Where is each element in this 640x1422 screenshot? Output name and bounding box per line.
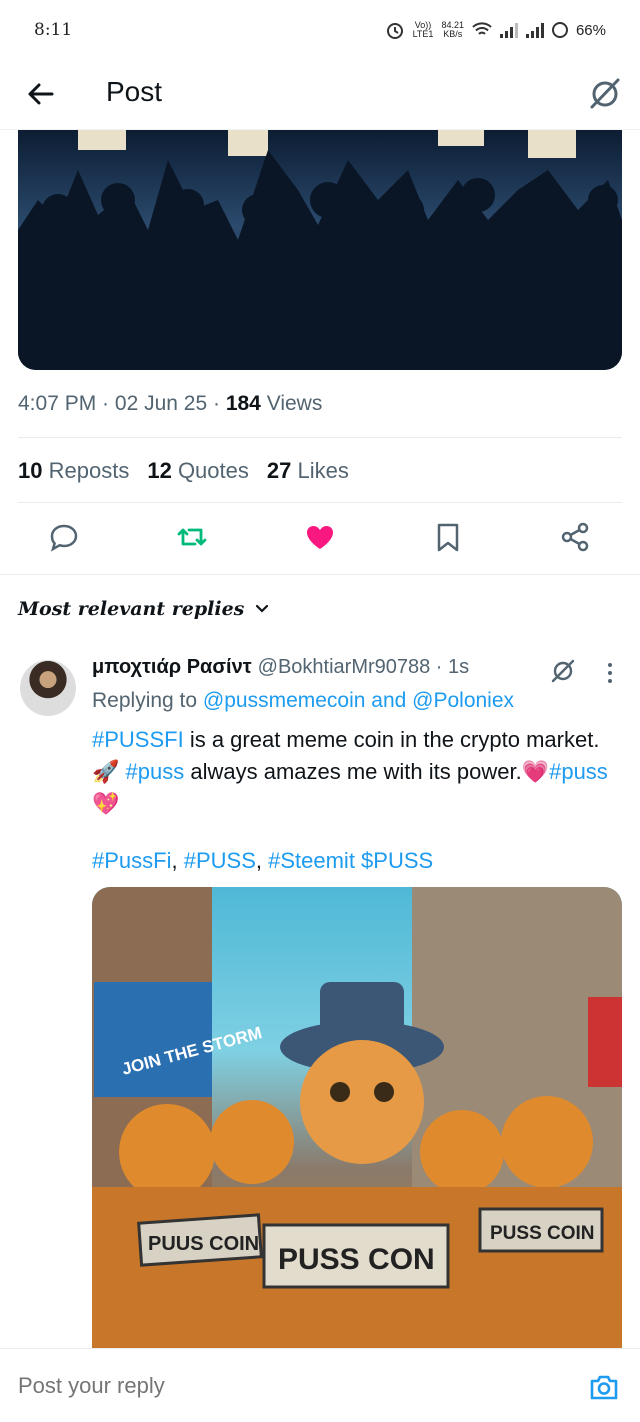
- author-handle[interactable]: @BokhtiarMr90788 · 1s: [258, 656, 470, 679]
- reply-composer: [0, 1348, 640, 1422]
- quotes-stat[interactable]: 12 Quotes: [147, 458, 249, 484]
- reply-hashtags: #PussFi, #PUSS, #Steemit $PUSS: [92, 848, 434, 873]
- reply-text: #PUSSFI is a great meme coin in the cryp…: [92, 727, 608, 816]
- cashtag-link[interactable]: $PUSS: [355, 848, 433, 873]
- grok-icon[interactable]: [549, 656, 577, 684]
- replying-to: Replying to @pussmemecoin and @Poloniex: [92, 689, 515, 712]
- status-icons: Vo)) LTE1 84.21 KB/s 66%: [385, 20, 606, 40]
- reply-header: μποχτιάρ Ρασίντ @BokhtiarMr90788 · 1s: [92, 656, 469, 679]
- bookmark-icon[interactable]: [431, 520, 465, 554]
- hashtag-link[interactable]: #puss: [126, 759, 185, 784]
- image-sign-text: PUUS COIN: [148, 1233, 259, 1255]
- like-icon[interactable]: [303, 520, 337, 554]
- top-nav: Post: [0, 60, 640, 130]
- share-icon[interactable]: [558, 520, 592, 554]
- signal-1-icon: [499, 22, 518, 38]
- reposts-stat[interactable]: 10 Reposts: [18, 458, 129, 484]
- avatar[interactable]: [20, 660, 76, 716]
- views-count: 184: [225, 392, 261, 415]
- divider: [18, 502, 622, 503]
- chevron-down-icon: [256, 604, 269, 613]
- author-name[interactable]: μποχτιάρ Ρασίντ: [92, 656, 252, 679]
- repost-icon[interactable]: [175, 520, 209, 554]
- camera-icon[interactable]: [588, 1371, 620, 1403]
- more-options-icon[interactable]: [600, 660, 620, 686]
- network-speed: 84.21 KB/s: [441, 20, 464, 39]
- status-bar: 8:11 Vo)) LTE1 84.21 KB/s 66%: [0, 0, 640, 60]
- wifi-icon: [472, 22, 492, 35]
- reply-icon[interactable]: [47, 520, 81, 554]
- hashtag-link[interactable]: #PUSSFI: [92, 727, 184, 752]
- reply-input[interactable]: [18, 1373, 518, 1399]
- grok-icon[interactable]: [586, 74, 624, 112]
- post-stats: 10 Reposts 12 Quotes 27 Likes: [18, 458, 349, 484]
- post-media-image[interactable]: [18, 130, 622, 370]
- divider: [0, 574, 640, 575]
- reply-media-image[interactable]: JOIN THE STORM PUUS COIN PUSS CON PUSS C…: [92, 887, 622, 1357]
- replies-sort-dropdown[interactable]: Most relevant replies: [18, 598, 270, 620]
- image-sign-text: PUSS CON: [278, 1243, 435, 1276]
- image-sign-text: PUSS COIN: [490, 1223, 595, 1244]
- battery-level: 66%: [575, 21, 606, 39]
- battery-icon: [551, 22, 568, 38]
- likes-stat[interactable]: 27 Likes: [267, 458, 349, 484]
- hashtag-link[interactable]: #puss: [549, 759, 608, 784]
- cats-illustration: JOIN THE STORM PUUS COIN PUSS CON PUSS C…: [92, 887, 622, 1357]
- replying-to-link[interactable]: @pussmemecoin and @Poloniex: [203, 689, 514, 712]
- post-timestamp: 4:07 PM · 02 Jun 25 · 184 Views: [18, 392, 323, 415]
- hashtag-link[interactable]: #PUSS: [184, 848, 256, 873]
- divider: [18, 437, 622, 438]
- hashtag-link[interactable]: #PussFi: [92, 848, 171, 873]
- hashtag-link[interactable]: #Steemit: [268, 848, 355, 873]
- back-arrow-icon[interactable]: [22, 76, 58, 112]
- action-bar: [0, 520, 640, 560]
- page-title: Post: [106, 76, 163, 107]
- crowd-illustration: [18, 130, 622, 370]
- signal-2-icon: [525, 22, 544, 38]
- alarm-icon: [386, 23, 403, 39]
- network-type: Vo)) LTE1: [412, 20, 434, 39]
- status-time: 8:11: [34, 20, 73, 40]
